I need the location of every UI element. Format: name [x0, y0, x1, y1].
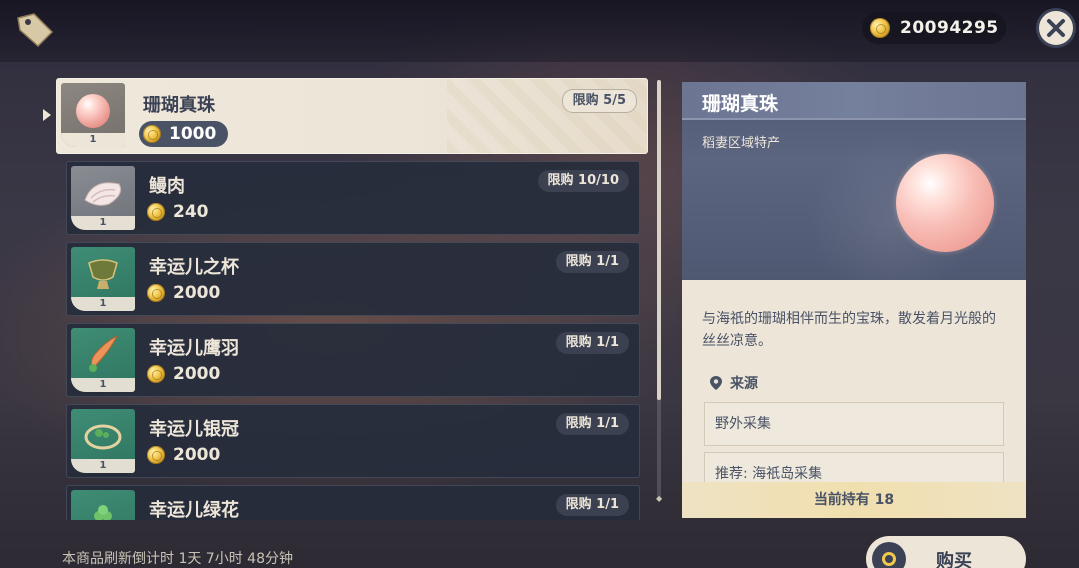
green-flower-icon	[94, 505, 112, 520]
item-name: 幸运儿绿花	[149, 500, 239, 520]
eel-meat-icon	[84, 182, 122, 206]
item-price: 2000	[147, 445, 220, 465]
detail-title: 珊瑚真珠	[702, 93, 779, 115]
purchase-limit-badge: 限购 1/1	[555, 251, 629, 273]
selection-arrow-icon	[43, 109, 51, 121]
shop-item-coral-pearl[interactable]: 1 珊瑚真珠 1000 限购 5/5	[56, 78, 648, 154]
item-count: 1	[71, 378, 135, 392]
mora-coin-icon	[147, 203, 165, 221]
shop-item-eel-meat[interactable]: 1 鳗肉 240 限购 10/10	[66, 161, 640, 235]
mora-coin-icon	[870, 18, 890, 38]
currency-display: 20094295	[862, 12, 1006, 44]
purchase-limit-badge: 限购 10/10	[537, 170, 629, 192]
mora-coin-icon	[147, 446, 165, 464]
close-icon	[1047, 19, 1065, 37]
detail-header: 珊瑚真珠 稻妻区域特产	[682, 82, 1026, 302]
mora-coin-icon	[143, 125, 161, 143]
currency-amount: 20094295	[900, 18, 999, 38]
item-detail-panel: 珊瑚真珠 稻妻区域特产 与海祇的珊瑚相伴而生的宝珠，散发着月光般的丝丝凉意。 来…	[682, 82, 1026, 518]
silver-circlet-icon	[84, 424, 122, 450]
buy-button[interactable]: 购买	[866, 536, 1026, 568]
owned-count: 当前持有 18	[682, 482, 1026, 518]
item-count: 1	[71, 216, 135, 230]
lucky-cup-icon	[88, 259, 118, 289]
purchase-limit-badge: 限购 1/1	[555, 494, 629, 516]
coral-pearl-large-icon	[896, 154, 994, 252]
shop-item-lucky-cup[interactable]: 1 幸运儿之杯 2000 限购 1/1	[66, 242, 640, 316]
scrollbar-thumb[interactable]	[657, 80, 661, 400]
mora-coin-icon	[147, 284, 165, 302]
item-thumbnail: 1	[71, 166, 135, 230]
item-name: 幸运儿银冠	[149, 419, 239, 440]
item-name: 鳗肉	[149, 176, 185, 197]
shop-item-eagle-feather[interactable]: 1 幸运儿鹰羽 2000 限购 1/1	[66, 323, 640, 397]
buy-icon	[872, 542, 906, 568]
item-name: 珊瑚真珠	[143, 95, 215, 116]
item-price: 2000	[147, 283, 220, 303]
purchase-limit-badge: 限购 5/5	[561, 89, 637, 113]
item-price: 2000	[147, 364, 220, 384]
detail-title-bar: 珊瑚真珠	[682, 82, 1026, 120]
source-item: 野外采集	[704, 402, 1004, 446]
mora-coin-icon	[147, 365, 165, 383]
item-description: 与海祇的珊瑚相伴而生的宝珠，散发着月光般的丝丝凉意。	[702, 311, 996, 349]
refresh-countdown: 本商品刷新倒计时 1天 7小时 48分钟	[62, 551, 293, 567]
purchase-limit-badge: 限购 1/1	[555, 332, 629, 354]
item-thumbnail: 1	[71, 328, 135, 392]
item-name: 幸运儿鹰羽	[149, 338, 239, 359]
shop-tag-icon	[14, 10, 56, 48]
item-price: 1000	[139, 121, 229, 147]
item-thumbnail: 1	[71, 409, 135, 473]
source-heading: 来源	[710, 373, 758, 393]
purchase-limit-badge: 限购 1/1	[555, 413, 629, 435]
location-pin-icon	[710, 376, 722, 390]
item-count: 1	[61, 133, 125, 147]
eagle-feather-icon	[89, 334, 119, 372]
scroll-end-icon: ◆	[656, 494, 663, 503]
item-count: 1	[71, 297, 135, 311]
item-name: 幸运儿之杯	[149, 257, 239, 278]
item-thumbnail: 1	[61, 83, 125, 147]
item-list[interactable]: 1 珊瑚真珠 1000 限购 5/5 1 鳗肉 240 限购 10/10 1 幸…	[40, 72, 670, 520]
item-count: 1	[71, 459, 135, 473]
coral-pearl-icon	[76, 94, 110, 128]
shop-item-silver-circlet[interactable]: 1 幸运儿银冠 2000 限购 1/1	[66, 404, 640, 478]
close-button[interactable]	[1036, 8, 1076, 48]
item-price: 240	[147, 202, 209, 222]
detail-subtitle: 稻妻区域特产	[702, 136, 781, 151]
item-thumbnail: 1	[71, 247, 135, 311]
item-thumbnail	[71, 490, 135, 520]
buy-label: 购买	[936, 551, 972, 568]
shop-item-green-flower[interactable]: 幸运儿绿花 限购 1/1	[66, 485, 640, 520]
